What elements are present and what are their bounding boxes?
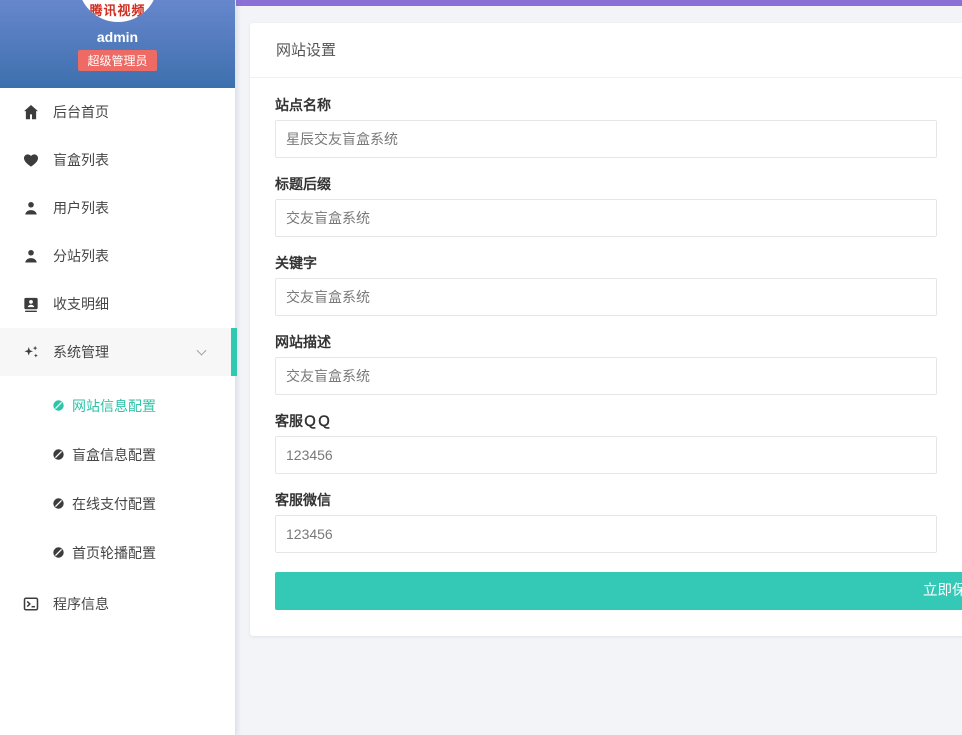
terminal-icon <box>22 595 40 613</box>
submenu-item-label: 网站信息配置 <box>72 397 156 414</box>
field-label: 客服ＱＱ <box>275 413 331 429</box>
sidebar-item-dashboard[interactable]: 后台首页 <box>0 88 235 136</box>
submenu-item-label: 在线支付配置 <box>72 495 156 512</box>
field-label: 网站描述 <box>275 334 331 350</box>
field-keywords: 关键字 <box>275 256 962 316</box>
heart-icon <box>22 151 40 169</box>
sidebar: 腾讯视频 admin 超级管理员 后台首页 盲盒列表 用户列表 分站列表 收支明… <box>0 0 237 735</box>
user-icon <box>22 199 40 217</box>
field-label: 标题后缀 <box>275 176 331 192</box>
sidebar-item-label: 用户列表 <box>53 200 109 216</box>
submenu-item-label: 盲盒信息配置 <box>72 446 156 463</box>
user-icon <box>22 247 40 265</box>
title-suffix-input[interactable] <box>275 199 937 237</box>
field-service-qq: 客服ＱＱ <box>275 414 962 474</box>
sidebar-item-label: 后台首页 <box>53 104 109 120</box>
chevron-down-icon <box>196 345 207 356</box>
field-service-wechat: 客服微信 <box>275 493 962 553</box>
submenu-item-homepage-carousel-config[interactable]: 首页轮播配置 <box>0 528 235 577</box>
field-label: 客服微信 <box>275 492 331 508</box>
sidebar-item-label: 系统管理 <box>53 344 109 360</box>
sidebar-item-substation-list[interactable]: 分站列表 <box>0 232 235 280</box>
settings-card: 网站设置 站点名称 标题后缀 关键字 网站描述 客服ＱＱ <box>250 23 962 636</box>
field-title-suffix: 标题后缀 <box>275 177 962 237</box>
main-area: 网站设置 站点名称 标题后缀 关键字 网站描述 客服ＱＱ <box>236 0 962 735</box>
sparkles-icon <box>22 343 40 361</box>
settings-form: 站点名称 标题后缀 关键字 网站描述 客服ＱＱ 客服微信 <box>250 78 962 610</box>
site-description-input[interactable] <box>275 357 937 395</box>
sidebar-item-label: 收支明细 <box>53 296 109 312</box>
sidebar-item-income-expense[interactable]: 收支明细 <box>0 280 235 328</box>
sidebar-menu: 后台首页 盲盒列表 用户列表 分站列表 收支明细 系统管理 网站信息配置 盲盒信… <box>0 88 237 628</box>
system-management-submenu: 网站信息配置 盲盒信息配置 在线支付配置 首页轮播配置 <box>0 376 235 580</box>
submenu-item-online-payment-config[interactable]: 在线支付配置 <box>0 479 235 528</box>
circle-slash-icon <box>52 546 65 559</box>
top-accent-bar <box>236 0 962 6</box>
sidebar-item-blindbox-list[interactable]: 盲盒列表 <box>0 136 235 184</box>
field-label: 关键字 <box>275 255 317 271</box>
sidebar-item-label: 盲盒列表 <box>53 152 109 168</box>
sidebar-item-system-management[interactable]: 系统管理 <box>0 328 237 376</box>
submenu-item-website-info-config[interactable]: 网站信息配置 <box>0 381 235 430</box>
field-site-description: 网站描述 <box>275 335 962 395</box>
submenu-item-label: 首页轮播配置 <box>72 544 156 561</box>
circle-slash-icon <box>52 399 65 412</box>
circle-slash-icon <box>52 448 65 461</box>
role-badge: 超级管理员 <box>78 50 157 71</box>
field-site-name: 站点名称 <box>275 98 962 158</box>
circle-slash-icon <box>52 497 65 510</box>
sidebar-item-user-list[interactable]: 用户列表 <box>0 184 235 232</box>
avatar[interactable]: 腾讯视频 <box>77 0 158 22</box>
site-name-input[interactable] <box>275 120 937 158</box>
sidebar-item-label: 分站列表 <box>53 248 109 264</box>
field-label: 站点名称 <box>275 97 331 113</box>
home-icon <box>22 103 40 121</box>
keywords-input[interactable] <box>275 278 937 316</box>
sidebar-header: 腾讯视频 admin 超级管理员 <box>0 0 235 88</box>
sidebar-item-label: 程序信息 <box>53 596 109 612</box>
save-button[interactable]: 立即保存 <box>275 572 962 610</box>
service-qq-input[interactable] <box>275 436 937 474</box>
card-title: 网站设置 <box>250 23 962 78</box>
avatar-logo-text: 腾讯视频 <box>89 3 146 18</box>
service-wechat-input[interactable] <box>275 515 937 553</box>
submenu-item-blindbox-info-config[interactable]: 盲盒信息配置 <box>0 430 235 479</box>
sidebar-item-program-info[interactable]: 程序信息 <box>0 580 235 628</box>
contact-card-icon <box>22 295 40 313</box>
